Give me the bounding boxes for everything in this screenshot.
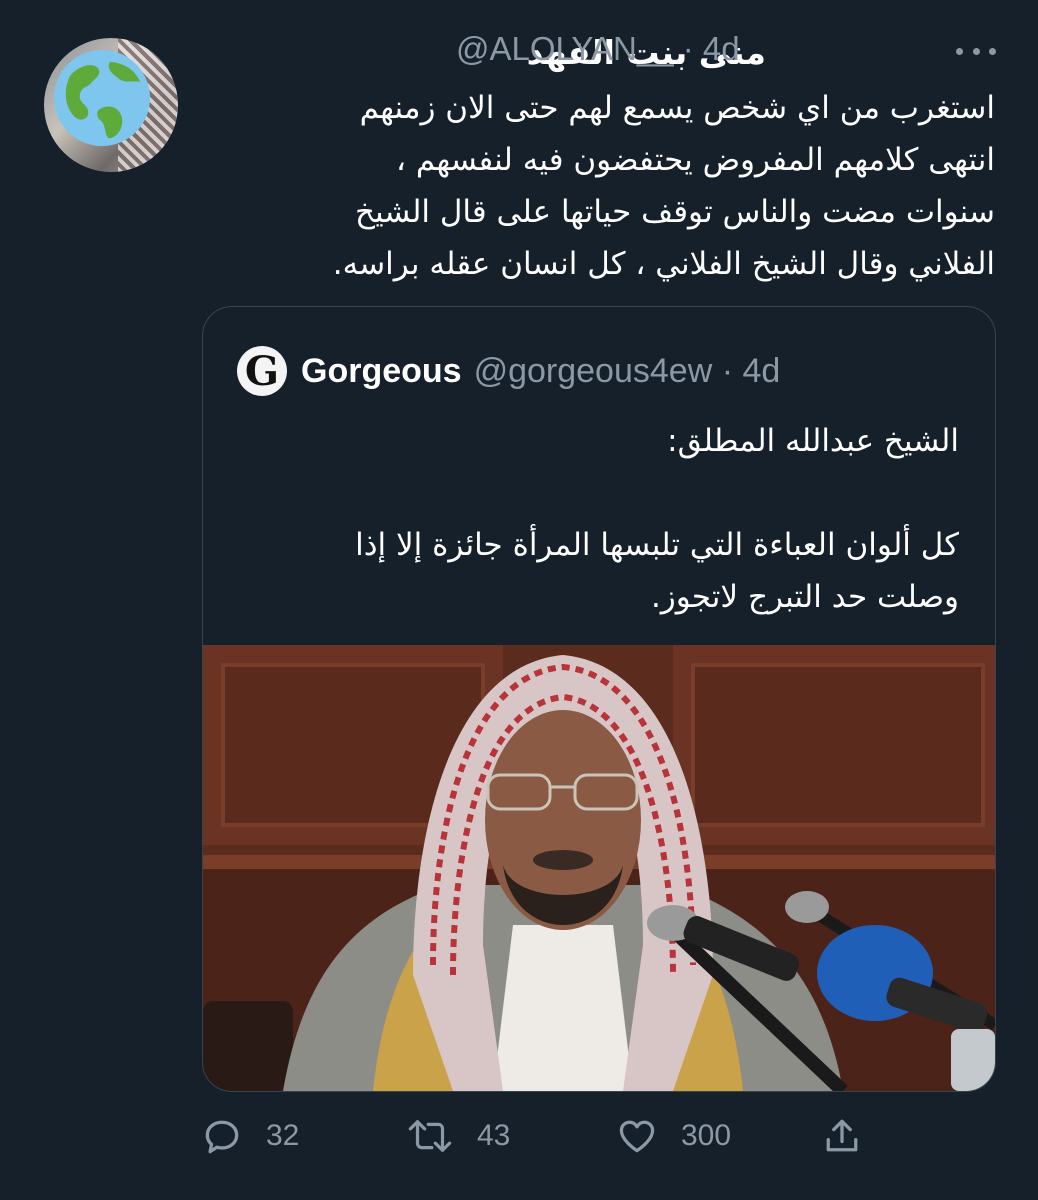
like-button[interactable]: 300 [615,1110,731,1162]
quoted-text-line: الشيخ عبدالله المطلق: [667,423,959,459]
retweet-button[interactable]: 43 [405,1110,510,1162]
share-button[interactable] [820,1110,864,1162]
tweet-age[interactable]: 4d [703,30,740,67]
like-icon [619,1120,655,1153]
quoted-tweet-age[interactable]: 4d [742,352,780,391]
sheikh-photo [203,645,995,1091]
author-handle[interactable]: @ALOLYAN__ [456,30,674,67]
quoted-author-avatar[interactable]: G [237,346,287,396]
tweet-text-line: سنوات مضت والناس توقف حياتها على قال الش… [354,194,995,230]
tweet-text: استغرب من اي شخص يسمع لهم حتى الان زمنهم… [205,82,995,290]
more-dot [989,47,996,55]
tweet-text-line: استغرب من اي شخص يسمع لهم حتى الان زمنهم [359,90,995,126]
more-dot [956,47,963,55]
reply-count: 32 [266,1119,300,1152]
author-avatar[interactable] [44,38,178,172]
retweet-count: 43 [477,1119,511,1152]
quoted-text-line: كل ألوان العباءة التي تلبسها المرأة جائز… [355,527,959,563]
tweet-page: منى بنت الفهد @ALOLYAN__ · 4d استغرب من … [0,0,1038,1200]
quoted-tweet-photo[interactable] [203,645,995,1091]
meta-separator: · [673,30,703,67]
more-dot [972,47,980,55]
quoted-author-handle[interactable]: @gorgeous4ew [474,352,713,391]
reply-icon [205,1120,239,1154]
retweet-icon [408,1120,452,1152]
reply-button[interactable]: 32 [200,1110,299,1162]
tweet-text-line: الفلاني وقال الشيخ الفلاني ، كل انسان عق… [332,246,995,282]
author-meta: @ALOLYAN__ · 4d [456,30,740,68]
quoted-tweet-text: الشيخ عبدالله المطلق: كل ألوان العباءة ا… [239,415,959,623]
more-icon[interactable] [956,36,996,66]
quoted-author-name[interactable]: Gorgeous [301,352,462,391]
quoted-text-line: وصلت حد التبرج لاتجوز. [650,579,959,615]
tweet-text-line: انتهى كلامهم المفروض يحتفضون فيه لنفسهم … [395,142,995,178]
quoted-tweet-card[interactable]: G Gorgeous @gorgeous4ew · 4d الشيخ عبدال… [202,306,996,1092]
globe-icon [54,50,150,146]
quoted-tweet-header: G Gorgeous @gorgeous4ew · 4d [237,345,780,397]
meta-separator: · [712,351,743,390]
like-count: 300 [681,1119,732,1152]
share-icon [826,1119,858,1152]
quoted-text-line [239,467,959,519]
tweet-actions: 32 43 300 [200,1110,880,1162]
